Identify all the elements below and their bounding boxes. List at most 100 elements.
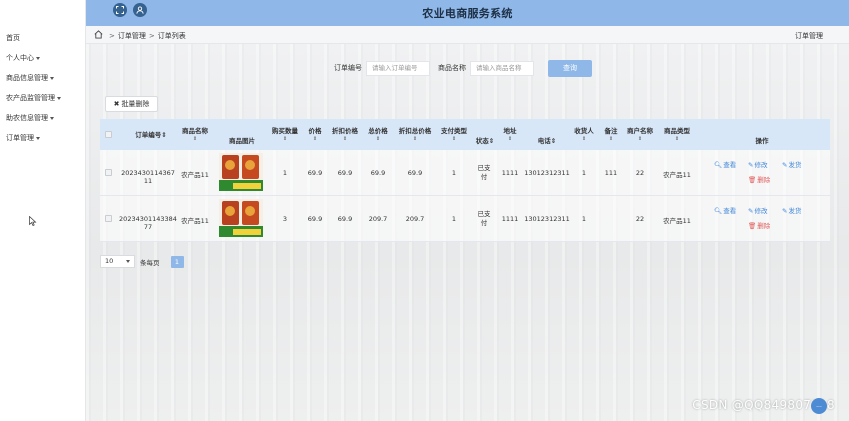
column-header-price[interactable]: 价格 ⇕ [303, 125, 327, 142]
sidebar-item-orders[interactable]: 订单管理 [0, 128, 85, 148]
floating-action-button[interactable]: ... [811, 398, 827, 414]
product-image[interactable] [219, 199, 263, 237]
sidebar-item-label: 首页 [6, 34, 20, 42]
sidebar-item-label: 农产品监管管理 [6, 94, 55, 102]
sidebar-menu: 首页 个人中心 商品信息管理 农产品监管管理 助农信息管理 订单管理 [0, 28, 85, 148]
sort-icon: ⇕ [451, 136, 457, 142]
cell-phone: 13012312311 [524, 215, 570, 223]
column-header-discount-total[interactable]: 折扣总价格 ⇕ [395, 125, 435, 142]
sidebar-item-label: 助农信息管理 [6, 114, 48, 122]
app-title: 农业电商服务系统 [422, 7, 513, 20]
table-row: 2023430114367​11 农产品11 1 69.9 69.9 69.9 … [100, 150, 830, 196]
cell-discount-total: 209.7 [405, 215, 425, 223]
delete-button[interactable]: 🗑︎删除 [748, 174, 770, 184]
sidebar-item-farm-aid[interactable]: 助农信息管理 [0, 108, 85, 128]
per-page-label: 条每页 [140, 258, 160, 267]
cell-price: 69.9 [307, 169, 323, 177]
pagination: 10 条每页 1 [100, 255, 184, 268]
trash-icon: 🗑︎ [748, 176, 757, 184]
pencil-icon: ✎ [782, 207, 788, 215]
product-image[interactable] [219, 153, 263, 191]
header-label: 总价格 [368, 127, 388, 135]
product-name-input[interactable]: 请输入商品名称 [470, 60, 534, 76]
column-header-address[interactable]: 地址 ⇕ [499, 125, 521, 142]
caret-down-icon [36, 136, 40, 140]
cell-order-no: 2023430114367​11 [121, 169, 175, 185]
cell-phone: 13012312311 [524, 169, 570, 177]
cell-product-type: 农产品11 [663, 217, 691, 225]
sort-icon: ⇕ [608, 136, 614, 142]
batch-delete-label: 批量删除 [121, 100, 150, 108]
column-header-phone[interactable]: 电话⇕ [522, 135, 572, 145]
view-button[interactable]: 🔍︎查看 [714, 159, 736, 169]
action-label: 发货 [788, 161, 802, 169]
sidebar-item-produce-supervision[interactable]: 农产品监管管理 [0, 88, 85, 108]
column-header-pay-type[interactable]: 支付类型 ⇕ [438, 125, 470, 142]
sidebar-item-home[interactable]: 首页 [0, 28, 85, 48]
page-title-right: 订单管理 [795, 32, 823, 40]
cell-quantity: 1 [282, 169, 288, 177]
cell-total-price: 209.7 [368, 215, 388, 223]
row-checkbox[interactable] [105, 169, 112, 176]
column-header-merchant[interactable]: 商户名称 ⇕ [624, 125, 656, 142]
column-header-discount-price[interactable]: 折扣价格 ⇕ [329, 125, 361, 142]
edit-button[interactable]: ✎修改 [748, 205, 767, 215]
order-no-input[interactable]: 请输入订单编号 [366, 60, 430, 76]
sidebar-item-label: 订单管理 [6, 134, 34, 142]
cell-price: 69.9 [307, 215, 323, 223]
column-header-product-name[interactable]: 商品名称 ⇕ [178, 125, 212, 142]
caret-down-icon [50, 76, 54, 80]
sort-icon: ⇕ [282, 136, 288, 142]
page-size-select[interactable]: 10 [100, 255, 135, 268]
caret-down-icon [57, 96, 61, 100]
view-button[interactable]: 🔍︎查看 [714, 205, 736, 215]
batch-delete-button[interactable]: ✖ 批量删除 [105, 96, 158, 112]
breadcrumb-level1[interactable]: 订单管理 [118, 32, 146, 40]
ship-button[interactable]: ✎发货 [782, 205, 801, 215]
column-header-product-image: 商品图片 [229, 137, 255, 145]
sidebar-item-personal-center[interactable]: 个人中心 [0, 48, 85, 68]
delete-button[interactable]: 🗑︎删除 [748, 220, 770, 230]
header-label: 购买数量 [272, 127, 298, 135]
cell-discount-price: 69.9 [337, 169, 353, 177]
sidebar-item-product-info[interactable]: 商品信息管理 [0, 68, 85, 88]
sort-icon: ⇕ [637, 136, 643, 142]
search-button[interactable]: 查询 [548, 59, 592, 77]
column-header-remark[interactable]: 备注 ⇕ [600, 125, 622, 142]
column-header-product-type[interactable]: 商品类型 ⇕ [660, 125, 694, 142]
header-label: 商品类型 [664, 127, 690, 135]
column-header-quantity[interactable]: 购买数量 ⇕ [268, 125, 302, 142]
cell-receiver: 1 [581, 215, 587, 223]
sidebar: 首页 个人中心 商品信息管理 农产品监管管理 助农信息管理 订单管理 [0, 0, 86, 421]
sort-icon: ⇕ [507, 136, 513, 142]
header-label: 收货人 [574, 127, 594, 135]
page-button-current[interactable]: 1 [170, 255, 184, 268]
header-label: 商户名称 [627, 127, 653, 135]
column-header-order-no[interactable]: 订单编号⇕ [122, 129, 180, 139]
sort-icon: ⇕ [674, 136, 680, 142]
row-checkbox[interactable] [105, 215, 112, 222]
home-icon[interactable] [94, 30, 103, 39]
order-no-label: 订单编号 [334, 64, 362, 72]
breadcrumb-separator: > [109, 32, 115, 40]
table-header: 订单编号⇕ 商品名称 ⇕ 商品图片 购买数量 ⇕ 价格 ⇕ 折扣价格 ⇕ 总价格 ⇕ 折扣… [100, 119, 830, 150]
edit-button[interactable]: ✎修改 [748, 159, 767, 169]
chevron-down-icon [126, 260, 130, 263]
column-header-total-price[interactable]: 总价格 ⇕ [364, 125, 392, 142]
cell-product-type: 农产品11 [663, 171, 691, 179]
mouse-pointer-icon [29, 216, 37, 226]
header-label: 电话 [537, 137, 551, 145]
column-header-receiver[interactable]: 收货人 ⇕ [572, 125, 596, 142]
sort-icon: ⇕ [161, 131, 167, 139]
action-label: 修改 [754, 207, 768, 215]
sort-icon: ⇕ [550, 137, 557, 145]
header-label: 价格 [308, 127, 322, 135]
sidebar-item-label: 商品信息管理 [6, 74, 48, 82]
column-header-status[interactable]: 状态⇕ [473, 135, 497, 145]
header-label: 折扣价格 [332, 127, 358, 135]
select-all-checkbox[interactable] [105, 131, 112, 138]
action-label: 查看 [723, 207, 737, 215]
cell-order-no: 20234301143384​77 [119, 215, 177, 231]
caret-down-icon [50, 116, 54, 120]
ship-button[interactable]: ✎发货 [782, 159, 801, 169]
